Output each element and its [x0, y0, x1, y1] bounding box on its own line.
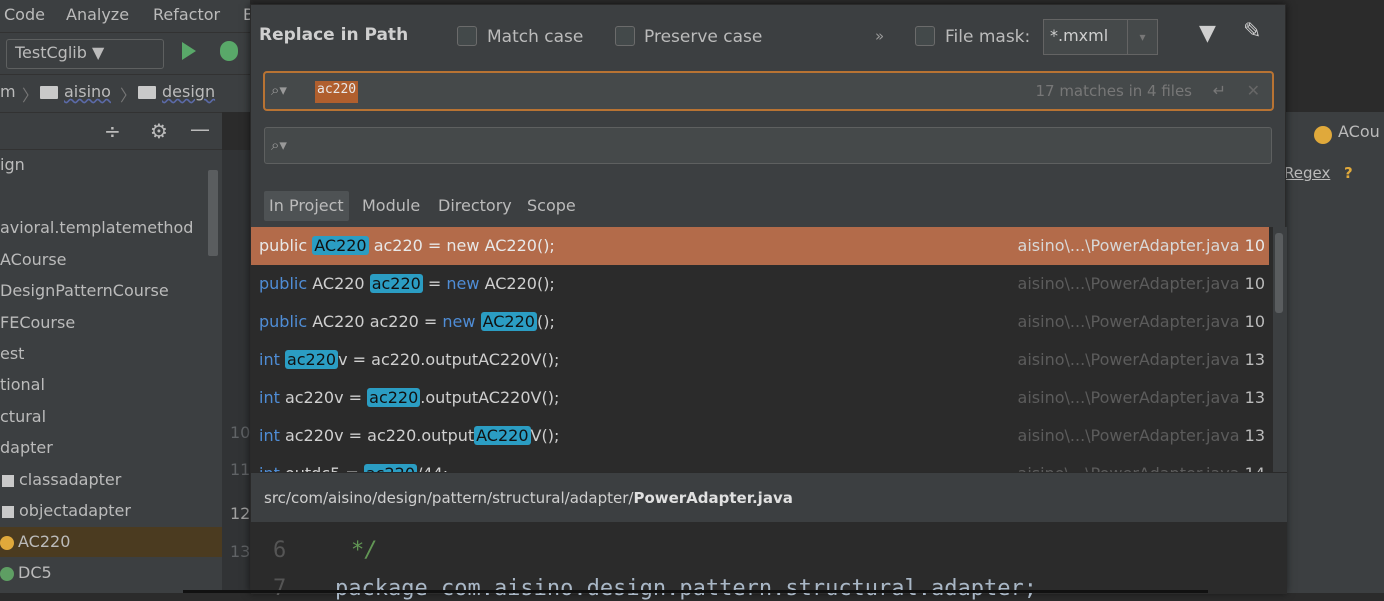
menu-refactor[interactable]: Refactor [153, 5, 220, 24]
line-number: 10 [230, 423, 251, 442]
right-panel: ACou Regex ? [1284, 112, 1384, 593]
class-icon [1314, 126, 1332, 144]
menu-analyze[interactable]: Analyze [66, 5, 129, 24]
collapse-all-icon[interactable]: ÷ [104, 119, 121, 143]
line-number: 13 [230, 542, 251, 561]
file-path-bar: src/com/aisino/design/pattern/structural… [251, 472, 1287, 522]
result-row[interactable]: int ac220v = ac220.outputAC220V(); aisin… [251, 417, 1269, 455]
interface-icon [0, 566, 14, 581]
hide-icon[interactable]: — [190, 117, 210, 141]
folder-icon [40, 86, 58, 99]
filter-icon[interactable]: ▼ [1199, 21, 1216, 46]
more-options-icon[interactable]: » [875, 27, 884, 45]
tree-item-classadapter[interactable]: classadapter [0, 465, 121, 495]
tree-item[interactable]: avioral.templatemethod [0, 213, 193, 243]
tree-item[interactable]: tional [0, 370, 45, 400]
class-icon [0, 535, 14, 550]
line-number: 7 [273, 576, 287, 601]
project-tree: ign avioral.templatemethod ACourse Desig… [0, 150, 222, 593]
line-number: 12 [230, 504, 251, 523]
result-row[interactable]: int ac220v = ac220.outputAC220V(); aisin… [251, 341, 1269, 379]
run-icon[interactable] [182, 42, 196, 60]
file-path-prefix: src/com/aisino/design/pattern/structural… [264, 489, 634, 507]
result-row[interactable]: int outdc5 = ac220/44; aisino\...\PowerA… [251, 455, 1269, 472]
scope-scope[interactable]: Scope [522, 191, 581, 221]
dialog-title: Replace in Path [259, 25, 409, 45]
result-row[interactable]: public AC220 ac220 = new AC220(); aisino… [251, 227, 1269, 265]
navigation-bar: m 〉 aisino 〉 design [0, 74, 250, 112]
pin-icon[interactable]: ✎ [1243, 19, 1261, 44]
project-toolbar: ÷ ⚙ — [0, 112, 222, 150]
run-config-select[interactable]: TestCglib ▼ [6, 39, 164, 69]
tree-item-label: classadapter [19, 470, 122, 489]
tree-item[interactable]: est [0, 339, 24, 369]
regex-option[interactable]: Regex [1284, 164, 1330, 182]
replace-input[interactable]: ⌕▾ [264, 127, 1272, 164]
main-toolbar: TestCglib ▼ [0, 32, 250, 74]
chevron-right-icon: 〉 [120, 86, 137, 105]
code-comment: */ [351, 538, 378, 563]
tree-item-dc5[interactable]: DC5 [0, 558, 52, 588]
close-icon[interactable]: ✕ [1247, 81, 1260, 100]
file-mask-value: *.mxml [1050, 26, 1109, 45]
help-icon[interactable]: ? [1344, 164, 1353, 182]
result-row[interactable]: public AC220 ac220 = new AC220(); aisino… [251, 303, 1269, 341]
line-number: 6 [273, 538, 287, 563]
gear-icon[interactable]: ⚙ [150, 119, 168, 143]
scope-in-project[interactable]: In Project [264, 191, 349, 221]
tree-item-objectadapter[interactable]: objectadapter [0, 496, 131, 526]
line-number: 11 [230, 460, 251, 479]
menu-bar: Code Analyze Refactor B [0, 0, 254, 32]
search-input[interactable]: ⌕▾ ac220 17 matches in 4 files ↵ ✕ [263, 71, 1274, 111]
code-line: package com.aisino.design.pattern.struct… [335, 576, 1037, 601]
chevron-down-icon[interactable]: ▾ [1127, 20, 1157, 54]
scope-directory[interactable]: Directory [433, 191, 517, 221]
code-preview: 6 */ 7 package com.aisino.design.pattern… [251, 522, 1287, 601]
match-count: 17 matches in 4 files [1035, 82, 1192, 100]
chevron-right-icon: 〉 [22, 86, 39, 105]
tree-item-label: objectadapter [19, 501, 131, 520]
folder-icon [138, 86, 156, 99]
breadcrumb-item[interactable]: m [0, 82, 16, 101]
editor-tab-label[interactable]: ACou [1338, 122, 1380, 141]
search-icon[interactable]: ⌕▾ [271, 81, 287, 99]
tree-item-label: AC220 [18, 532, 71, 551]
debug-icon[interactable] [220, 41, 238, 61]
tree-item[interactable]: FECourse [0, 308, 75, 338]
file-name: PowerAdapter.java [633, 489, 793, 507]
match-case-checkbox[interactable] [457, 26, 477, 46]
folder-icon [2, 474, 14, 487]
result-row[interactable]: int ac220v = ac220.outputAC220V(); aisin… [251, 379, 1269, 417]
search-icon[interactable]: ⌕▾ [271, 136, 287, 154]
folder-icon [2, 505, 14, 518]
tree-item-ac220[interactable]: AC220 [0, 527, 222, 557]
preserve-case-checkbox[interactable] [615, 26, 635, 46]
preserve-case-label[interactable]: Preserve case [644, 27, 762, 47]
match-case-label[interactable]: Match case [487, 27, 583, 47]
search-value: ac220 [315, 81, 359, 103]
breadcrumb-item[interactable]: design [162, 82, 215, 101]
menu-code[interactable]: Code [4, 5, 45, 24]
file-mask-checkbox[interactable] [915, 26, 935, 46]
new-line-icon[interactable]: ↵ [1213, 81, 1226, 100]
results-scroll-thumb[interactable] [1275, 233, 1283, 313]
results-list: public AC220 ac220 = new AC220(); aisino… [251, 227, 1273, 472]
tree-item[interactable]: dapter [0, 433, 53, 463]
replace-in-path-dialog: Replace in Path Match case Preserve case… [250, 4, 1287, 601]
file-mask-label[interactable]: File mask: [945, 27, 1030, 47]
tree-item[interactable]: ctural [0, 402, 46, 432]
tree-item[interactable]: DesignPatternCourse [0, 276, 169, 306]
scope-module[interactable]: Module [357, 191, 425, 221]
tree-item[interactable]: ACourse [0, 245, 67, 275]
breadcrumb-item[interactable]: aisino [64, 82, 111, 101]
tree-scrollbar[interactable] [208, 170, 218, 256]
tree-item-label: DC5 [18, 563, 52, 582]
tree-item[interactable]: ign [0, 150, 25, 180]
result-row[interactable]: public AC220 ac220 = new AC220(); aisino… [251, 265, 1269, 303]
